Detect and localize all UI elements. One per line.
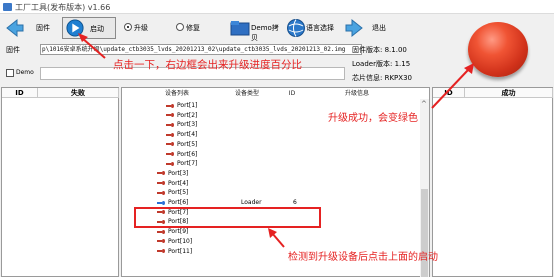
usb-port-icon [166, 142, 175, 147]
fail-panel: ID 失败 [1, 87, 119, 277]
loader-version-value: 1.15 [394, 60, 411, 68]
exit-arrow-icon [345, 18, 363, 38]
port-row[interactable]: Port[6] [166, 151, 316, 159]
upgrade-radio[interactable] [124, 23, 132, 31]
demo-copy-button[interactable]: Demo拷贝 [228, 16, 282, 42]
port-row[interactable]: Port[4] [166, 131, 316, 139]
device-col-type: 设备类型 [234, 90, 259, 97]
scroll-thumb[interactable] [421, 189, 428, 277]
usb-port-icon [166, 122, 175, 127]
device-col-id: ID [288, 90, 296, 97]
upgrade-radio-label: 升级 [134, 24, 148, 32]
port-row[interactable]: Port[2] [166, 112, 316, 120]
window-title: 工厂工具(发布版本) v1.66 [15, 3, 111, 12]
port-name: Port[6] [168, 199, 189, 206]
port-name: Port[5] [177, 140, 198, 148]
port-device-id: 6 [293, 199, 297, 206]
demo-label: Demo [16, 69, 34, 76]
usb-port-icon [157, 200, 166, 205]
port-row[interactable]: Port[5] [166, 141, 316, 149]
usb-port-icon [157, 190, 166, 195]
port-name: Port[10] [168, 237, 193, 245]
usb-port-icon [157, 181, 166, 186]
title-bar: 工厂工具(发布版本) v1.66 [0, 0, 554, 14]
port-name: Port[1] [177, 102, 198, 109]
repair-radio-label: 修复 [186, 24, 200, 32]
usb-port-icon [157, 239, 166, 244]
port-row[interactable]: Port[7] [166, 160, 316, 168]
usb-port-icon [157, 171, 166, 176]
port-row[interactable]: Port[4] [157, 180, 307, 188]
detect-hint-text: 检测到升级设备后点击上面的启动 [288, 252, 438, 263]
usb-port-icon [166, 152, 175, 156]
big-status-button[interactable] [468, 22, 528, 77]
start-button-label: 启动 [90, 25, 104, 33]
active-port-highlight [134, 207, 321, 228]
firmware-button-label: 固件 [36, 24, 50, 32]
port-row[interactable]: Port[3] [157, 170, 307, 178]
globe-icon [287, 19, 305, 37]
port-name: Port[11] [168, 247, 193, 255]
fail-col-id: ID [2, 88, 38, 98]
exit-button[interactable]: 退出 [342, 16, 392, 40]
start-button[interactable]: 启动 [62, 17, 116, 39]
port-row[interactable]: Port[11] [157, 248, 307, 256]
port-device-type: Loader [241, 199, 262, 206]
success-hint-text: 升级成功，会变绿色 [328, 113, 418, 124]
usb-port-icon [157, 229, 166, 234]
fail-col-status: 失败 [38, 88, 119, 98]
scroll-up-icon[interactable]: ^ [421, 100, 427, 108]
port-name: Port[7] [177, 160, 198, 168]
usb-port-icon [166, 103, 175, 108]
port-name: Port[6] [177, 150, 198, 158]
port-row[interactable]: Port[9] [157, 228, 307, 236]
usb-port-icon [166, 161, 175, 166]
firmware-version-label: 固件版本: 8.1.00 [352, 46, 407, 54]
play-icon [66, 19, 84, 37]
device-col-info: 升级信息 [344, 90, 369, 97]
usb-port-icon [157, 249, 166, 253]
chip-info-label: 芯片信息: RKPX30 [352, 74, 412, 82]
folder-icon [230, 21, 250, 36]
port-name: Port[9] [168, 228, 189, 236]
usb-port-icon [166, 132, 175, 137]
firmware-button[interactable]: 固件 [2, 16, 58, 40]
device-col-list: 设备列表 [164, 90, 189, 97]
firmware-path-label: 固件 [6, 46, 20, 54]
port-name: Port[3] [168, 169, 189, 177]
loader-version-label: Loader版本: 1.15 [352, 60, 411, 68]
exit-label: 退出 [372, 24, 386, 32]
port-name: Port[4] [168, 179, 189, 187]
language-button[interactable]: 语言选择 [284, 16, 340, 40]
demo-copy-label: Demo拷贝 [251, 24, 279, 42]
port-name: Port[3] [177, 121, 198, 129]
port-row[interactable]: Port[3] [166, 121, 316, 129]
port-row[interactable]: Port[10] [157, 238, 307, 246]
port-name: Port[5] [168, 189, 189, 197]
port-row[interactable]: Port[5] [157, 189, 307, 197]
port-name: Port[2] [177, 111, 198, 119]
success-col-status: 成功 [465, 88, 553, 98]
language-label: 语言选择 [306, 24, 334, 32]
success-panel: ID 成功 [432, 87, 553, 277]
click-hint-text: 点击一下，右边框会出来升级进度百分比 [113, 59, 302, 71]
port-row[interactable]: Port[1] [166, 102, 316, 110]
chip-info-value: RKPX30 [384, 74, 412, 82]
usb-port-icon [166, 113, 175, 118]
port-row[interactable]: Port[6] Loader 6 [157, 199, 307, 207]
success-col-id: ID [433, 88, 465, 98]
firmware-arrow-icon [6, 18, 24, 38]
port-name: Port[4] [177, 131, 198, 139]
firmware-path-field[interactable]: p\1016安卓系统升级\update_ctb3035_lvds_2020121… [40, 44, 362, 55]
demo-checkbox[interactable] [6, 69, 14, 77]
app-icon [3, 3, 12, 11]
repair-radio[interactable] [176, 23, 184, 31]
firmware-version-value: 8.1.00 [384, 46, 407, 54]
